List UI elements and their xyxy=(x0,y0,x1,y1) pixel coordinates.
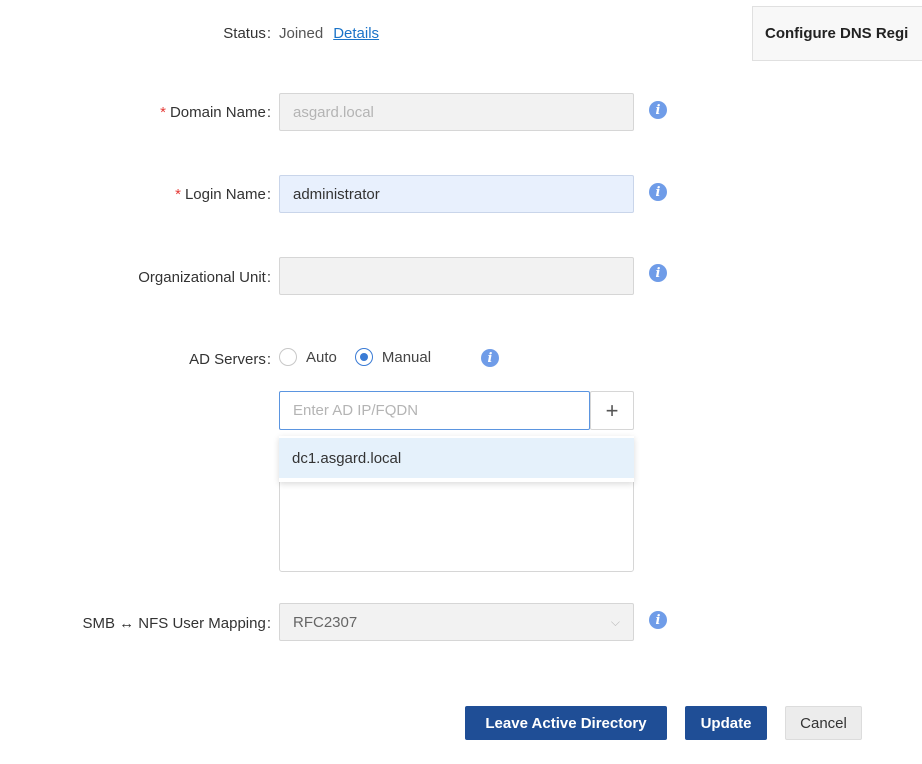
ad-server-input-placeholder: Enter AD IP/FQDN xyxy=(293,402,419,419)
login-name-row: * Login Name: xyxy=(0,183,271,205)
radio-auto-label[interactable]: Auto xyxy=(306,349,337,366)
status-value: Joined xyxy=(279,24,324,42)
radio-manual-dot xyxy=(359,353,368,361)
user-mapping-row: SMB ↔ NFS User Mapping: xyxy=(0,612,271,634)
org-unit-field[interactable] xyxy=(279,257,634,295)
required-marker: * xyxy=(160,103,166,121)
suggestion-item-text: dc1.asgard.local xyxy=(292,449,402,467)
user-mapping-label: SMB ↔ NFS User Mapping: xyxy=(0,615,271,632)
ad-server-input[interactable]: Enter AD IP/FQDN xyxy=(279,391,590,430)
user-mapping-value: RFC2307 xyxy=(293,613,358,631)
update-button[interactable]: Update xyxy=(685,706,767,740)
required-marker: * xyxy=(175,185,181,203)
ad-servers-radio-group: Auto Manual xyxy=(279,348,431,366)
status-label-text: Status xyxy=(223,24,266,42)
org-unit-info-icon[interactable]: i xyxy=(649,264,667,282)
colon: : xyxy=(266,185,271,203)
user-mapping-info-icon[interactable]: i xyxy=(649,611,667,629)
leave-active-directory-button[interactable]: Leave Active Directory xyxy=(465,706,667,740)
ad-servers-label: AD Servers: xyxy=(0,351,271,368)
ad-servers-row: AD Servers: xyxy=(0,348,271,370)
status-label: Status: xyxy=(0,25,271,42)
cancel-button[interactable]: Cancel xyxy=(785,706,862,740)
domain-name-row: * Domain Name: xyxy=(0,101,271,123)
ad-servers-info-icon[interactable]: i xyxy=(481,349,499,367)
radio-manual-label[interactable]: Manual xyxy=(382,349,431,366)
ad-server-suggestions: dc1.asgard.local xyxy=(279,436,634,482)
login-name-field[interactable]: administrator xyxy=(279,175,634,213)
login-name-label: * Login Name: xyxy=(0,186,271,203)
org-unit-label-text: Organizational Unit xyxy=(138,268,266,286)
colon: : xyxy=(266,268,271,286)
domain-name-info-icon[interactable]: i xyxy=(649,101,667,119)
colon: : xyxy=(266,103,271,121)
domain-name-value: asgard.local xyxy=(293,103,374,121)
login-name-label-text: Login Name xyxy=(184,185,266,203)
add-ad-server-button[interactable]: + xyxy=(590,391,634,430)
suggestion-item[interactable]: dc1.asgard.local xyxy=(279,438,634,478)
domain-name-label: * Domain Name: xyxy=(0,104,271,121)
login-name-value: administrator xyxy=(293,185,380,203)
chevron-down-icon: ⌵ xyxy=(610,614,620,629)
details-link[interactable]: Details xyxy=(333,25,379,42)
org-unit-label: Organizational Unit: xyxy=(0,269,271,286)
status-row: Status: Joined Details xyxy=(0,22,379,44)
colon: : xyxy=(266,350,271,368)
ad-servers-label-text: AD Servers xyxy=(189,350,266,368)
ad-settings-form: Status: Joined Details Configure DNS Reg… xyxy=(0,0,922,764)
user-mapping-label-text: SMB ↔ NFS User Mapping xyxy=(82,614,266,632)
user-mapping-select[interactable]: RFC2307 ⌵ xyxy=(279,603,634,641)
org-unit-row: Organizational Unit: xyxy=(0,266,271,288)
radio-manual[interactable] xyxy=(354,348,373,366)
radio-auto[interactable] xyxy=(279,348,297,366)
colon: : xyxy=(266,614,271,632)
colon: : xyxy=(266,24,271,42)
domain-name-field[interactable]: asgard.local xyxy=(279,93,634,131)
configure-dns-title: Configure DNS Regi xyxy=(765,25,909,42)
login-name-info-icon[interactable]: i xyxy=(649,183,667,201)
domain-name-label-text: Domain Name xyxy=(169,103,266,121)
configure-dns-panel[interactable]: Configure DNS Regi xyxy=(752,6,922,61)
